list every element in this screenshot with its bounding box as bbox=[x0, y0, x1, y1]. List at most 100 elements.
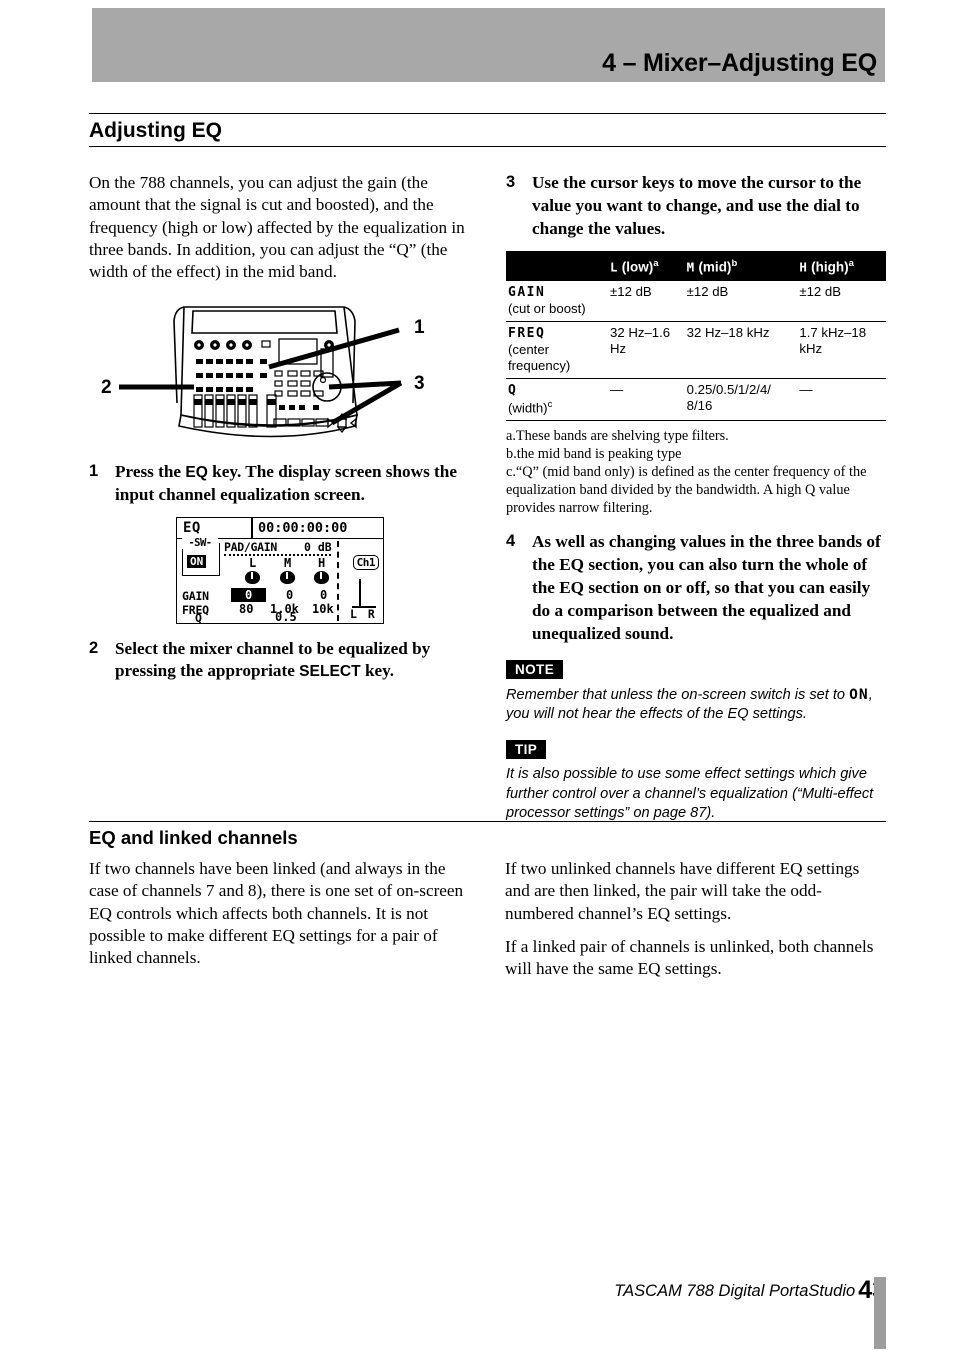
spec-table-header-row: L (low)a M (mid)b H (high)a bbox=[506, 250, 886, 282]
lcd-band-label-h: H bbox=[318, 555, 326, 570]
tip-tag: TIP bbox=[506, 740, 547, 760]
step-1-key: EQ bbox=[185, 463, 208, 481]
lcd-row-label-gain: GAIN bbox=[182, 588, 209, 603]
subsection-right-para-2: If a linked pair of channels is unlinked… bbox=[505, 937, 874, 979]
spec-freq-low: 32 Hz–1.6 Hz bbox=[608, 321, 685, 380]
spec-col-low-footnote: a bbox=[653, 257, 659, 269]
step-1-text: Press the EQ key. The display screen sho… bbox=[115, 461, 471, 507]
lcd-dotted-divider bbox=[224, 553, 331, 556]
step-2-number: 2 bbox=[89, 638, 99, 657]
spec-freq-mid: 32 Hz–18 kHz bbox=[684, 321, 798, 380]
lcd-knob-m bbox=[280, 570, 295, 584]
tip-text: It is also possible to use some effect s… bbox=[506, 766, 874, 821]
spec-col-mid-label: (mid) bbox=[698, 259, 732, 275]
note-tag: NOTE bbox=[506, 659, 564, 679]
lcd-knob-h bbox=[314, 570, 329, 584]
lcd-padgain-value: 0 dB bbox=[304, 539, 332, 554]
running-header-band: 4 – Mixer–Adjusting EQ bbox=[92, 8, 885, 82]
subsection-right-para-1: If two unlinked channels have different … bbox=[505, 859, 860, 923]
lcd-switch-label: -SW- bbox=[182, 536, 218, 549]
spec-col-mid: M (mid)b bbox=[684, 250, 798, 282]
lcd-title-bar: EQ 00:00:00:00 bbox=[177, 517, 383, 539]
footnote-b: b.the mid band is peaking type bbox=[506, 446, 682, 463]
running-header-title: 4 – Mixer–Adjusting EQ bbox=[602, 49, 877, 77]
lcd-gain-h: 0 bbox=[320, 587, 328, 602]
subsection-left-column: If two channels have been linked (and al… bbox=[89, 858, 470, 992]
spec-gain-high: ±12 dB bbox=[797, 281, 886, 323]
note-text-before: Remember that unless the on-screen switc… bbox=[506, 686, 850, 703]
spec-col-high: H (high)a bbox=[797, 250, 886, 282]
spec-row-freq-sub: (center frequency) bbox=[508, 341, 571, 374]
note-text: Remember that unless the on-screen switc… bbox=[506, 685, 886, 725]
table-row: Q (width)c — 0.25/0.5/1/2/4/ 8/16 — bbox=[506, 378, 886, 422]
spec-row-freq-label: FREQ (center frequency) bbox=[506, 321, 608, 380]
section-heading-block: Adjusting EQ bbox=[89, 113, 886, 148]
lcd-vertical-divider bbox=[337, 540, 339, 621]
right-column: 3 Use the cursor keys to move the cursor… bbox=[506, 172, 886, 835]
page-title: Adjusting EQ bbox=[89, 119, 222, 142]
subsection-left-para-1: If two channels have been linked (and al… bbox=[89, 859, 464, 968]
lcd-screen-title: EQ bbox=[183, 519, 201, 536]
spec-col-mid-footnote: b bbox=[731, 257, 738, 269]
table-footnotes: a.These bands are shelving type filters.… bbox=[506, 427, 886, 517]
callout-2: 2 bbox=[101, 376, 112, 398]
spec-col-low-glyph: L bbox=[610, 259, 619, 275]
section-rule-bottom bbox=[89, 146, 886, 148]
subsection-heading-block: EQ and linked channels bbox=[89, 821, 886, 852]
spec-row-gain-label: GAIN (cut or boost) bbox=[506, 281, 608, 323]
lcd-channel-badge: Ch1 bbox=[352, 554, 379, 570]
spec-q-low: — bbox=[608, 378, 685, 422]
eq-spec-table: L (low)a M (mid)b H (high)a GAIN (cut or… bbox=[506, 250, 886, 422]
footer-accent-bar bbox=[874, 1277, 886, 1349]
spec-col-high-label: (high) bbox=[811, 259, 849, 275]
lcd-body: -SW- ON PAD/GAIN 0 dB Ch1 L M H GAIN 0 0… bbox=[177, 536, 383, 625]
lcd-timecode: 00:00:00:00 bbox=[258, 519, 348, 536]
spec-col-param bbox=[506, 250, 608, 282]
subsection-right-column: If two unlinked channels have different … bbox=[505, 858, 886, 992]
spec-row-gain-name: GAIN bbox=[508, 285, 546, 301]
step-3-text: Use the cursor keys to move the cursor t… bbox=[532, 173, 862, 238]
lcd-knob-l bbox=[245, 570, 260, 584]
spec-row-q-name: Q bbox=[508, 383, 518, 399]
spec-col-mid-glyph: M bbox=[686, 259, 695, 275]
callout-1: 1 bbox=[414, 316, 425, 338]
step-4-text: As well as changing values in the three … bbox=[532, 532, 881, 643]
lcd-meter-label: L R bbox=[350, 606, 377, 621]
step-2-key: SELECT bbox=[299, 663, 361, 681]
spec-freq-high: 1.7 kHz–18 kHz bbox=[797, 321, 886, 380]
step-1-number: 1 bbox=[89, 461, 99, 480]
step-3-number: 3 bbox=[506, 173, 516, 191]
lcd-band-label-m: M bbox=[284, 555, 292, 570]
left-column: On the 788 channels, you can adjust the … bbox=[89, 172, 471, 693]
spec-row-gain-sub: (cut or boost) bbox=[508, 300, 586, 316]
footnote-c: c.“Q” (mid band only) is defined as the … bbox=[506, 464, 867, 517]
subsection-columns: If two channels have been linked (and al… bbox=[89, 858, 886, 992]
table-row: GAIN (cut or boost) ±12 dB ±12 dB ±12 dB bbox=[506, 281, 886, 323]
intro-paragraph: On the 788 channels, you can adjust the … bbox=[89, 173, 465, 282]
lcd-eq-screen: EQ 00:00:00:00 -SW- ON PAD/GAIN 0 dB Ch1… bbox=[176, 516, 384, 625]
spec-row-q-sub: (width) bbox=[508, 400, 548, 416]
spec-col-high-footnote: a bbox=[848, 257, 854, 269]
spec-gain-mid: ±12 dB bbox=[684, 281, 798, 323]
subsection-title: EQ and linked channels bbox=[89, 827, 298, 848]
step-1: 1 Press the EQ key. The display screen s… bbox=[89, 461, 471, 507]
lcd-gain-l: 0 bbox=[231, 587, 267, 602]
device-illustration: 1 2 3 bbox=[89, 295, 471, 445]
lcd-padgain-label: PAD/GAIN bbox=[224, 539, 277, 554]
step-1-text-before: Press the bbox=[115, 461, 186, 481]
page-footer: TASCAM 788 Digital PortaStudio 43 bbox=[89, 1276, 886, 1305]
spec-row-q-label: Q (width)c bbox=[506, 378, 608, 422]
lcd-meter-axis-vertical bbox=[359, 578, 361, 606]
note-lcd-token: ON bbox=[849, 685, 869, 703]
lcd-q-m: 0.5 bbox=[275, 609, 297, 624]
step-2-text: Select the mixer channel to be equalized… bbox=[115, 638, 471, 684]
lcd-figure-wrap: EQ 00:00:00:00 -SW- ON PAD/GAIN 0 dB Ch1… bbox=[89, 516, 471, 625]
footer-product-name: TASCAM 788 Digital PortaStudio bbox=[614, 1282, 856, 1300]
lcd-freq-l: 80 bbox=[239, 601, 254, 616]
callout-3: 3 bbox=[414, 372, 425, 394]
lcd-freq-h: 10k bbox=[312, 601, 334, 616]
lcd-band-label-l: L bbox=[249, 555, 257, 570]
spec-col-high-glyph: H bbox=[799, 259, 808, 275]
table-row: FREQ (center frequency) 32 Hz–1.6 Hz 32 … bbox=[506, 321, 886, 380]
step-4-number: 4 bbox=[506, 532, 516, 551]
